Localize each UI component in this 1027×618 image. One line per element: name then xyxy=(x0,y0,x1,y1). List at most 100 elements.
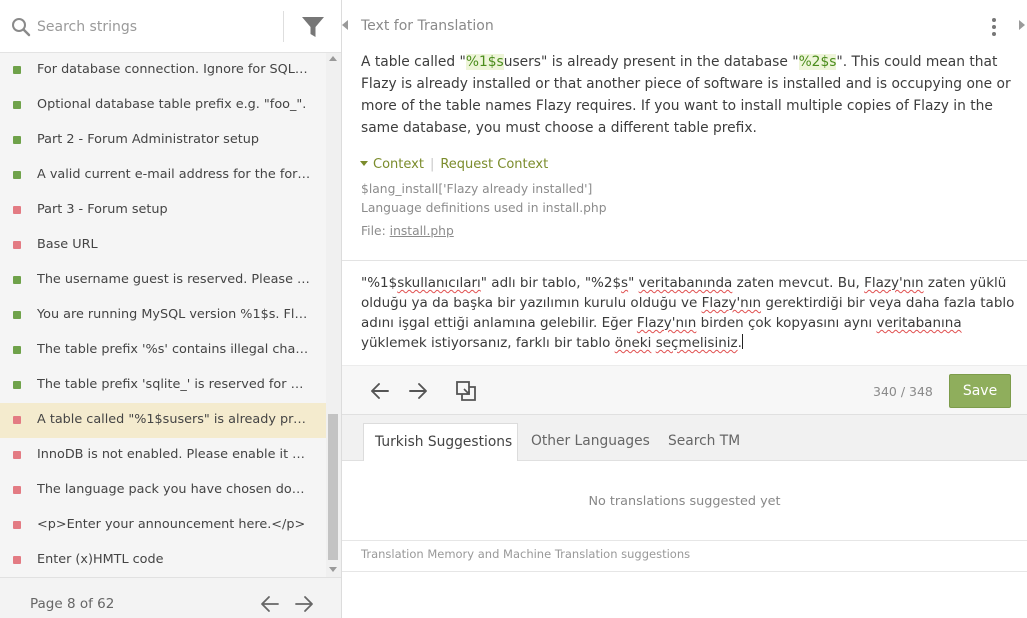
context-description: Language definitions used in install.php xyxy=(361,201,607,215)
scroll-down-arrow-icon[interactable] xyxy=(329,567,337,572)
string-list-item[interactable]: Part 2 - Forum Administrator setup xyxy=(0,123,326,158)
editor-panel: Text for Translation A table called "%1$… xyxy=(342,0,1027,618)
scroll-up-arrow-icon[interactable] xyxy=(329,56,337,61)
search-icon xyxy=(12,18,31,37)
status-dot-icon xyxy=(13,346,21,354)
context-links: Context | Request Context xyxy=(360,157,548,172)
string-list-item[interactable]: A valid current e-mail address for the f… xyxy=(0,158,326,193)
tab-search-tm[interactable]: Search TM xyxy=(668,423,740,461)
misspelled-word: Flazy'nın xyxy=(701,295,762,311)
section-divider xyxy=(342,571,1027,572)
request-context-link[interactable]: Request Context xyxy=(440,157,548,172)
string-list-item-label: Part 3 - Forum setup xyxy=(37,202,168,217)
editor-toolbar: 340 / 348 Save xyxy=(342,365,1027,414)
string-list-item[interactable]: For database connection. Ignore for SQLi… xyxy=(0,53,326,88)
string-list-item[interactable]: The language pack you have chosen doesn'… xyxy=(0,473,326,508)
prev-page-arrow-icon[interactable] xyxy=(260,595,280,613)
string-list-item[interactable]: Enter (x)HMTL code xyxy=(0,543,326,577)
string-list-item-label: Base URL xyxy=(37,237,98,252)
string-list-item-label: Enter (x)HMTL code xyxy=(37,552,164,567)
tm-footer-note: Translation Memory and Machine Translati… xyxy=(361,547,691,561)
placeholder-token: %2$s xyxy=(798,54,837,70)
context-toggle[interactable]: Context xyxy=(360,157,424,172)
string-list-item[interactable]: InnoDB is not enabled. Please enable it … xyxy=(0,438,326,473)
char-count: 340 / 348 xyxy=(873,384,933,399)
string-list-item[interactable]: You are running MySQL version %1$s. Flaz… xyxy=(0,298,326,333)
string-list-item[interactable]: Optional database table prefix e.g. "foo… xyxy=(0,88,326,123)
status-dot-icon xyxy=(13,556,21,564)
string-list-item[interactable]: Part 3 - Forum setup xyxy=(0,193,326,228)
next-page-arrow-icon[interactable] xyxy=(294,595,314,613)
string-list-item[interactable]: The table prefix 'sqlite_' is reserved f… xyxy=(0,368,326,403)
string-list-item-label: InnoDB is not enabled. Please enable it … xyxy=(37,447,311,462)
status-dot-icon xyxy=(13,206,21,214)
pager: Page 8 of 62 xyxy=(0,577,341,618)
caret-down-icon xyxy=(360,161,368,166)
section-divider xyxy=(342,260,1027,261)
context-key: $lang_install['Flazy already installed'] xyxy=(361,182,593,196)
copy-source-icon[interactable] xyxy=(455,380,477,402)
placeholder-token: %1$s xyxy=(465,54,504,70)
page-indicator: Page 8 of 62 xyxy=(30,596,115,612)
status-dot-icon xyxy=(13,451,21,459)
translation-text: zaten mevcut. Bu, xyxy=(732,275,865,291)
undo-arrow-icon[interactable] xyxy=(369,380,391,402)
link-separator: | xyxy=(429,157,435,172)
file-label: File: xyxy=(361,224,386,238)
status-dot-icon xyxy=(13,381,21,389)
misspelled-word: Flazy'nın xyxy=(636,315,697,331)
empty-suggestions-message: No translations suggested yet xyxy=(588,494,781,509)
string-list: For database connection. Ignore for SQLi… xyxy=(0,53,326,577)
more-options-icon[interactable] xyxy=(989,17,999,37)
text-cursor xyxy=(741,334,743,349)
misspelled-word: Flazy'nın xyxy=(864,275,924,291)
string-list-item[interactable]: Base URL xyxy=(0,228,326,263)
tab-turkish-suggestions[interactable]: Turkish Suggestions xyxy=(363,423,518,461)
string-list-item-label: The username guest is reserved. Please g… xyxy=(37,272,311,287)
misspelled-word: öneki xyxy=(614,335,652,351)
status-dot-icon xyxy=(13,66,21,74)
scrollbar-thumb[interactable] xyxy=(328,414,338,560)
misspelled-word: veritabanında xyxy=(638,275,733,291)
string-list-item-label: Optional database table prefix e.g. "foo… xyxy=(37,97,307,112)
status-dot-icon xyxy=(13,171,21,179)
search-input[interactable] xyxy=(37,14,277,40)
translation-textarea[interactable]: "%1$skullanıcıları" adlı bir tablo, "%2$… xyxy=(361,273,1016,353)
translation-text: birden çok kopyasını aynı xyxy=(696,315,877,331)
string-list-item-label: A table called "%1$susers" is already pr… xyxy=(37,412,311,427)
source-text: A table called "%1$susers" is already pr… xyxy=(361,51,1011,139)
status-dot-icon xyxy=(13,486,21,494)
filter-funnel-icon[interactable] xyxy=(300,15,326,39)
redo-arrow-icon[interactable] xyxy=(407,380,429,402)
suggestion-tabs: Turkish Suggestions Other Languages Sear… xyxy=(342,414,1027,461)
translation-text: yüklemek istiyorsanız, farklı bir tablo xyxy=(361,335,615,351)
misspelled-word: seçmelisiniz xyxy=(655,335,738,351)
file-link[interactable]: install.php xyxy=(390,224,454,238)
status-dot-icon xyxy=(13,416,21,424)
misspelled-word: veritabanına xyxy=(876,315,962,331)
list-scrollbar[interactable] xyxy=(326,53,341,577)
string-list-item[interactable]: The table prefix '%s' contains illegal c… xyxy=(0,333,326,368)
source-panel-title: Text for Translation xyxy=(361,18,494,34)
translation-text: "%1$ xyxy=(361,275,398,291)
source-text-part: users" is already present in the databas… xyxy=(503,54,799,70)
status-dot-icon xyxy=(13,241,21,249)
string-list-item-label: The table prefix '%s' contains illegal c… xyxy=(37,342,311,357)
source-text-part: A table called " xyxy=(361,54,466,70)
string-list-item-label: You are running MySQL version %1$s. Flaz… xyxy=(37,307,311,322)
context-file: File: install.php xyxy=(361,224,454,238)
section-divider xyxy=(342,540,1027,541)
string-list-item[interactable]: The username guest is reserved. Please g… xyxy=(0,263,326,298)
string-list-item-label: For database connection. Ignore for SQLi… xyxy=(37,62,311,77)
save-button[interactable]: Save xyxy=(949,374,1011,408)
status-dot-icon xyxy=(13,101,21,109)
collapse-left-icon[interactable] xyxy=(342,20,348,30)
status-dot-icon xyxy=(13,276,21,284)
tab-other-languages[interactable]: Other Languages xyxy=(531,423,650,461)
collapse-right-icon[interactable] xyxy=(1019,20,1025,30)
status-dot-icon xyxy=(13,136,21,144)
string-list-item[interactable]: A table called "%1$susers" is already pr… xyxy=(0,403,326,438)
string-list-item-label: The language pack you have chosen doesn'… xyxy=(37,482,311,497)
status-dot-icon xyxy=(13,521,21,529)
string-list-item[interactable]: <p>Enter your announcement here.</p> xyxy=(0,508,326,543)
